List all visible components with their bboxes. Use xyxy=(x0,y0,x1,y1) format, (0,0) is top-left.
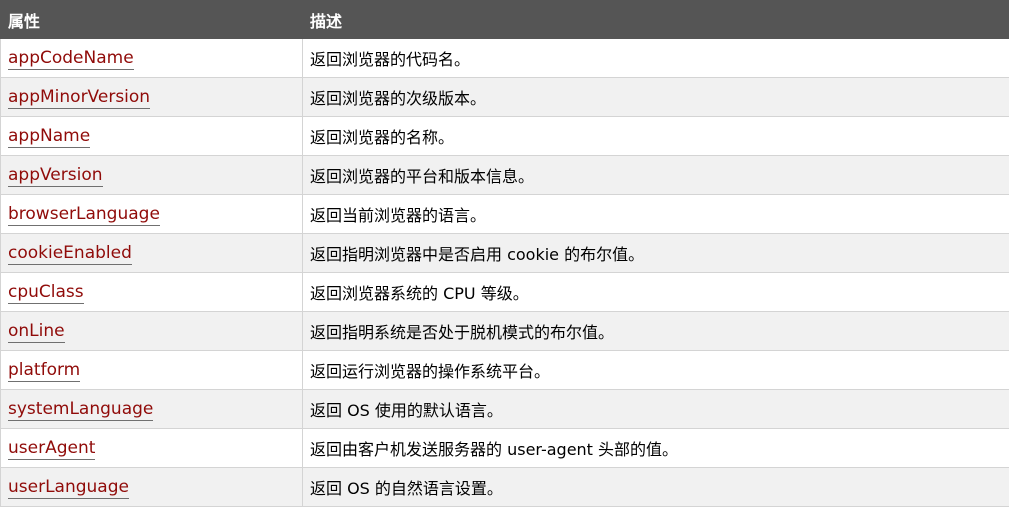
property-link-appname[interactable]: appName xyxy=(8,126,91,148)
property-cell: appCodeName xyxy=(0,38,303,78)
property-cell: userLanguage xyxy=(0,467,303,507)
property-cell: browserLanguage xyxy=(0,194,303,234)
description-cell: 返回运行浏览器的操作系统平台。 xyxy=(302,350,1009,390)
table-row: userLanguage 返回 OS 的自然语言设置。 xyxy=(0,467,1009,507)
description-cell: 返回由客户机发送服务器的 user-agent 头部的值。 xyxy=(302,428,1009,468)
property-link-platform[interactable]: platform xyxy=(8,360,81,382)
table-row: browserLanguage 返回当前浏览器的语言。 xyxy=(0,194,1009,234)
description-cell: 返回浏览器的平台和版本信息。 xyxy=(302,155,1009,195)
description-cell: 返回浏览器的名称。 xyxy=(302,116,1009,156)
property-link-online[interactable]: onLine xyxy=(8,321,65,343)
property-cell: appName xyxy=(0,116,303,156)
table-row: appCodeName 返回浏览器的代码名。 xyxy=(0,38,1009,78)
description-cell: 返回浏览器的代码名。 xyxy=(302,38,1009,78)
property-link-appcodename[interactable]: appCodeName xyxy=(8,48,134,70)
table-header-row: 属性 描述 xyxy=(0,0,1009,39)
property-cell: appVersion xyxy=(0,155,303,195)
property-cell: platform xyxy=(0,350,303,390)
property-cell: systemLanguage xyxy=(0,389,303,429)
table-row: cookieEnabled 返回指明浏览器中是否启用 cookie 的布尔值。 xyxy=(0,233,1009,273)
table-row: appMinorVersion 返回浏览器的次级版本。 xyxy=(0,77,1009,117)
description-cell: 返回 OS 的自然语言设置。 xyxy=(302,467,1009,507)
property-link-useragent[interactable]: userAgent xyxy=(8,438,96,460)
property-cell: cookieEnabled xyxy=(0,233,303,273)
property-link-systemlanguage[interactable]: systemLanguage xyxy=(8,399,154,421)
header-property: 属性 xyxy=(0,0,303,39)
property-link-appminorversion[interactable]: appMinorVersion xyxy=(8,87,151,109)
description-cell: 返回当前浏览器的语言。 xyxy=(302,194,1009,234)
table-row: appName 返回浏览器的名称。 xyxy=(0,116,1009,156)
property-cell: appMinorVersion xyxy=(0,77,303,117)
description-cell: 返回浏览器的次级版本。 xyxy=(302,77,1009,117)
description-cell: 返回指明浏览器中是否启用 cookie 的布尔值。 xyxy=(302,233,1009,273)
table-row: cpuClass 返回浏览器系统的 CPU 等级。 xyxy=(0,272,1009,312)
table-row: onLine 返回指明系统是否处于脱机模式的布尔值。 xyxy=(0,311,1009,351)
header-description: 描述 xyxy=(302,0,1009,39)
description-cell: 返回浏览器系统的 CPU 等级。 xyxy=(302,272,1009,312)
property-link-userlanguage[interactable]: userLanguage xyxy=(8,477,129,499)
property-cell: cpuClass xyxy=(0,272,303,312)
property-cell: onLine xyxy=(0,311,303,351)
table-row: appVersion 返回浏览器的平台和版本信息。 xyxy=(0,155,1009,195)
navigator-properties-table: 属性 描述 appCodeName 返回浏览器的代码名。 appMinorVer… xyxy=(0,0,1009,507)
property-link-browserlanguage[interactable]: browserLanguage xyxy=(8,204,160,226)
description-cell: 返回指明系统是否处于脱机模式的布尔值。 xyxy=(302,311,1009,351)
table-row: platform 返回运行浏览器的操作系统平台。 xyxy=(0,350,1009,390)
description-cell: 返回 OS 使用的默认语言。 xyxy=(302,389,1009,429)
property-cell: userAgent xyxy=(0,428,303,468)
property-link-cpuclass[interactable]: cpuClass xyxy=(8,282,84,304)
table-row: systemLanguage 返回 OS 使用的默认语言。 xyxy=(0,389,1009,429)
table-row: userAgent 返回由客户机发送服务器的 user-agent 头部的值。 xyxy=(0,428,1009,468)
property-link-cookieenabled[interactable]: cookieEnabled xyxy=(8,243,132,265)
property-link-appversion[interactable]: appVersion xyxy=(8,165,103,187)
